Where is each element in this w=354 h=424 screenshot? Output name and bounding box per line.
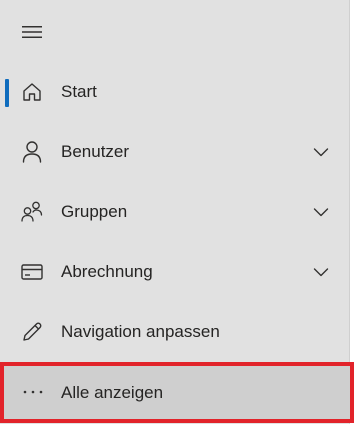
nav-item-label: Abrechnung [61, 262, 153, 281]
person-icon [20, 140, 44, 164]
nav-item-label: Navigation anpassen [61, 322, 220, 341]
nav-item-label: Start [61, 82, 97, 101]
credit-card-icon [20, 260, 44, 284]
people-icon [20, 200, 44, 224]
nav-item-label: Benutzer [61, 142, 130, 161]
nav-item-benutzer[interactable]: Benutzer [0, 122, 350, 182]
nav-item-abrechnung[interactable]: Abrechnung [0, 242, 350, 302]
nav-item-navigation-anpassen[interactable]: Navigation anpassen [0, 302, 350, 362]
active-indicator [5, 79, 9, 107]
navigation-pane: Start Benutzer Gruppen Abrechnung Naviga… [0, 0, 350, 424]
show-all-button[interactable]: Alle anzeigen [0, 362, 354, 423]
nav-item-label: Gruppen [61, 202, 128, 221]
chevron-down-icon[interactable] [310, 201, 332, 223]
pencil-icon [20, 320, 44, 344]
nav-item-gruppen[interactable]: Gruppen [0, 182, 350, 242]
hamburger-icon [22, 25, 42, 39]
chevron-down-icon[interactable] [310, 261, 332, 283]
chevron-down-icon[interactable] [310, 141, 332, 163]
hamburger-button[interactable] [12, 14, 52, 50]
home-icon [20, 80, 44, 104]
more-horizontal-icon [20, 380, 46, 404]
show-all-label: Alle anzeigen [61, 383, 164, 402]
nav-item-start[interactable]: Start [0, 62, 350, 122]
